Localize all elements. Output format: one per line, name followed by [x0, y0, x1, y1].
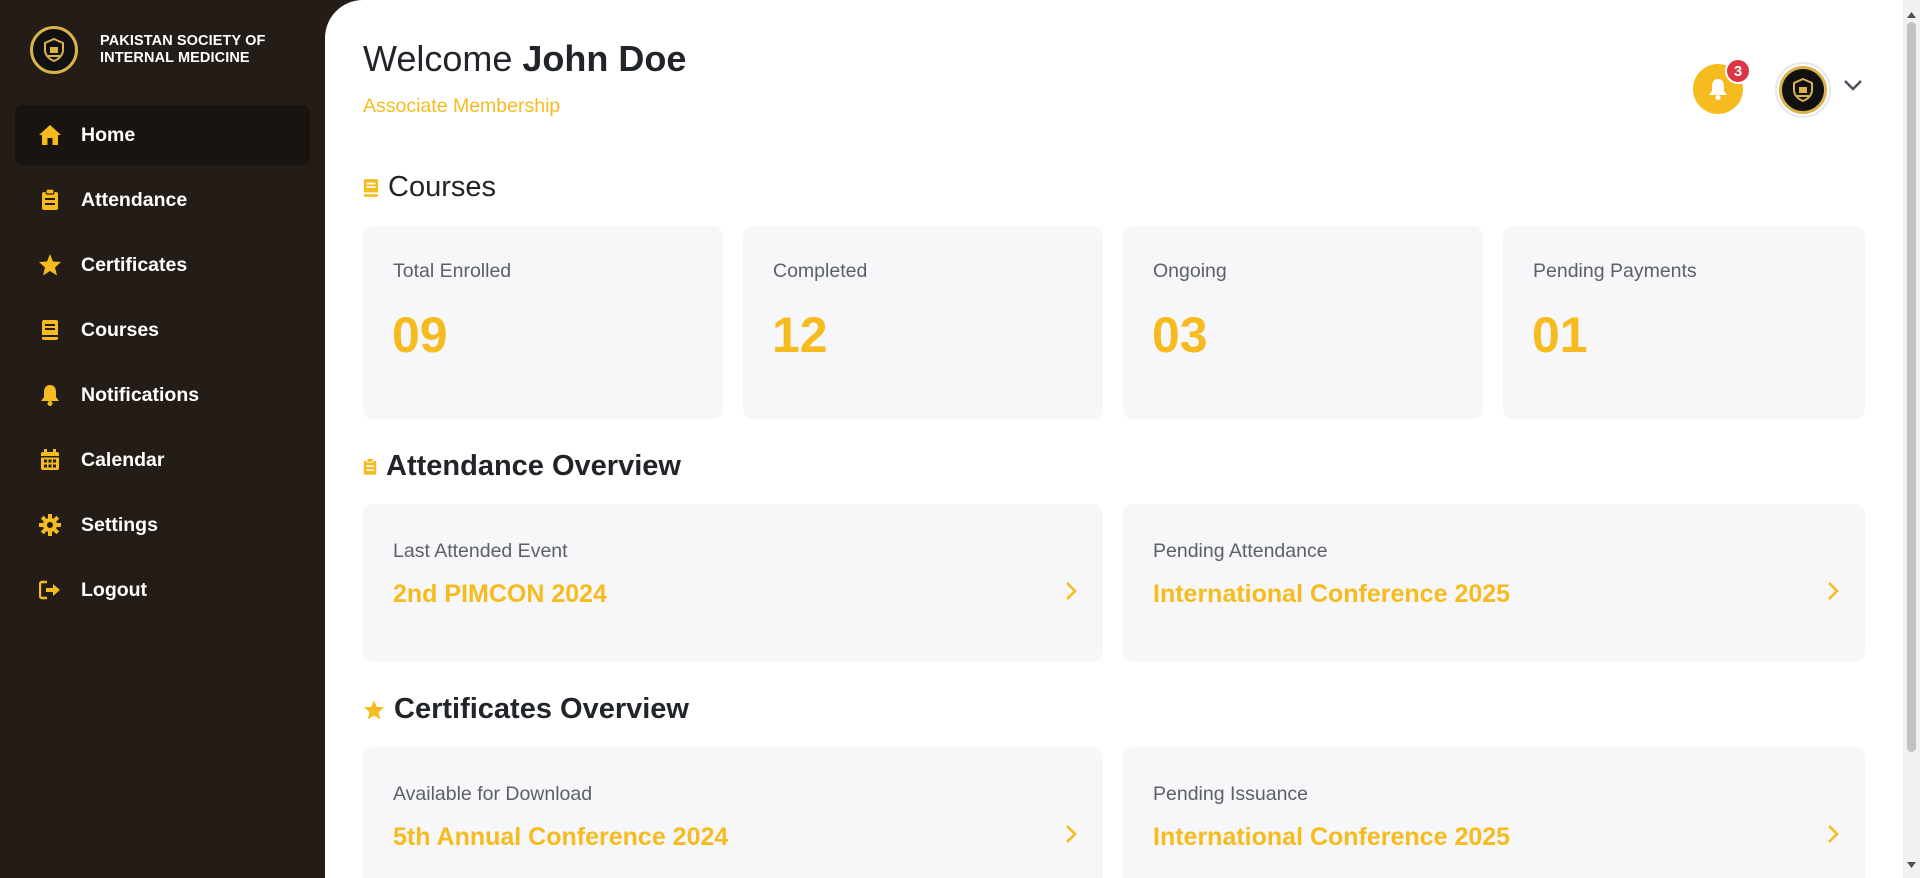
vertical-scrollbar[interactable]	[1903, 0, 1920, 878]
sidebar-item-label: Courses	[81, 318, 160, 341]
avatar[interactable]	[1775, 62, 1831, 118]
scroll-up-arrow-icon[interactable]	[1907, 5, 1916, 23]
stat-value: 03	[1152, 307, 1208, 363]
card-label: Last Attended Event	[393, 540, 568, 562]
attendance-card-last-attended[interactable]: Last Attended Event 2nd PIMCON 2024	[363, 504, 1103, 662]
stat-card-total-enrolled: Total Enrolled 09	[363, 226, 723, 419]
sidebar-item-label: Notifications	[81, 383, 200, 406]
membership-type: Associate Membership	[363, 95, 561, 117]
notification-count-badge: 3	[1725, 58, 1751, 84]
chevron-right-icon	[1827, 824, 1839, 849]
sidebar-item-home[interactable]: Home	[15, 105, 310, 165]
scroll-down-arrow-icon[interactable]	[1907, 855, 1916, 873]
stat-label: Pending Payments	[1533, 260, 1697, 282]
home-icon	[38, 123, 62, 147]
stat-value: 01	[1532, 307, 1588, 363]
user-name: John Doe	[522, 38, 687, 79]
sidebar-item-label: Home	[81, 123, 136, 146]
sidebar-item-label: Certificates	[81, 253, 188, 276]
calendar-icon	[38, 448, 62, 472]
clipboard-icon	[38, 188, 62, 212]
sidebar-item-notifications[interactable]: Notifications	[15, 365, 310, 425]
sidebar-item-label: Settings	[81, 513, 158, 536]
stat-label: Total Enrolled	[393, 260, 512, 282]
bell-icon	[1708, 78, 1728, 100]
chevron-right-icon	[1065, 824, 1077, 849]
main-content: Welcome John Doe Associate Membership 3 …	[325, 0, 1903, 878]
page-title: Welcome John Doe	[363, 38, 686, 80]
chevron-right-icon	[1827, 581, 1839, 606]
psim-logo	[1779, 66, 1827, 114]
sidebar-item-label: Calendar	[81, 448, 165, 471]
gear-icon	[38, 513, 62, 537]
sidebar-item-certificates[interactable]: Certificates	[15, 235, 310, 295]
stat-label: Ongoing	[1153, 260, 1227, 282]
chevron-right-icon	[1065, 581, 1077, 606]
card-value: International Conference 2025	[1153, 580, 1511, 608]
scrollbar-thumb[interactable]	[1907, 22, 1916, 752]
certificate-card-available[interactable]: Available for Download 5th Annual Confer…	[363, 747, 1103, 878]
star-icon	[363, 699, 385, 720]
courses-section-title: Courses	[363, 171, 496, 204]
card-value: 2nd PIMCON 2024	[393, 580, 607, 608]
stat-value: 09	[392, 307, 448, 363]
brand-name: PAKISTAN SOCIETY OF INTERNAL MEDICINE	[100, 33, 266, 66]
card-value: International Conference 2025	[1153, 823, 1511, 851]
brand[interactable]: PAKISTAN SOCIETY OF INTERNAL MEDICINE	[30, 26, 270, 74]
attendance-card-pending[interactable]: Pending Attendance International Confere…	[1123, 504, 1865, 662]
stat-card-completed: Completed 12	[743, 226, 1103, 419]
stat-value: 12	[772, 307, 828, 363]
logout-icon	[38, 578, 62, 602]
card-label: Available for Download	[393, 783, 593, 805]
stat-label: Completed	[773, 260, 868, 282]
sidebar-item-logout[interactable]: Logout	[15, 560, 310, 620]
book-icon	[363, 178, 379, 198]
sidebar-item-calendar[interactable]: Calendar	[15, 430, 310, 490]
card-label: Pending Issuance	[1153, 783, 1309, 805]
sidebar-nav: Home Attendance Certificates Courses Not…	[15, 105, 310, 625]
card-label: Pending Attendance	[1153, 540, 1328, 562]
sidebar-item-courses[interactable]: Courses	[15, 300, 310, 360]
book-icon	[38, 318, 62, 342]
card-value: 5th Annual Conference 2024	[393, 823, 729, 851]
psim-logo	[30, 26, 78, 74]
clipboard-icon	[363, 457, 377, 476]
star-icon	[38, 253, 62, 277]
chevron-down-icon[interactable]	[1843, 78, 1863, 97]
stat-card-ongoing: Ongoing 03	[1123, 226, 1483, 419]
sidebar-item-label: Attendance	[81, 188, 188, 211]
sidebar-item-settings[interactable]: Settings	[15, 495, 310, 555]
welcome-text: Welcome	[363, 38, 513, 79]
certificates-section-title: Certificates Overview	[363, 693, 689, 726]
sidebar: PAKISTAN SOCIETY OF INTERNAL MEDICINE Ho…	[0, 0, 325, 878]
attendance-section-title: Attendance Overview	[363, 450, 681, 483]
certificate-card-pending[interactable]: Pending Issuance International Conferenc…	[1123, 747, 1865, 878]
sidebar-item-attendance[interactable]: Attendance	[15, 170, 310, 230]
stat-card-pending-payments: Pending Payments 01	[1503, 226, 1865, 419]
bell-icon	[38, 383, 62, 407]
sidebar-item-label: Logout	[81, 578, 148, 601]
